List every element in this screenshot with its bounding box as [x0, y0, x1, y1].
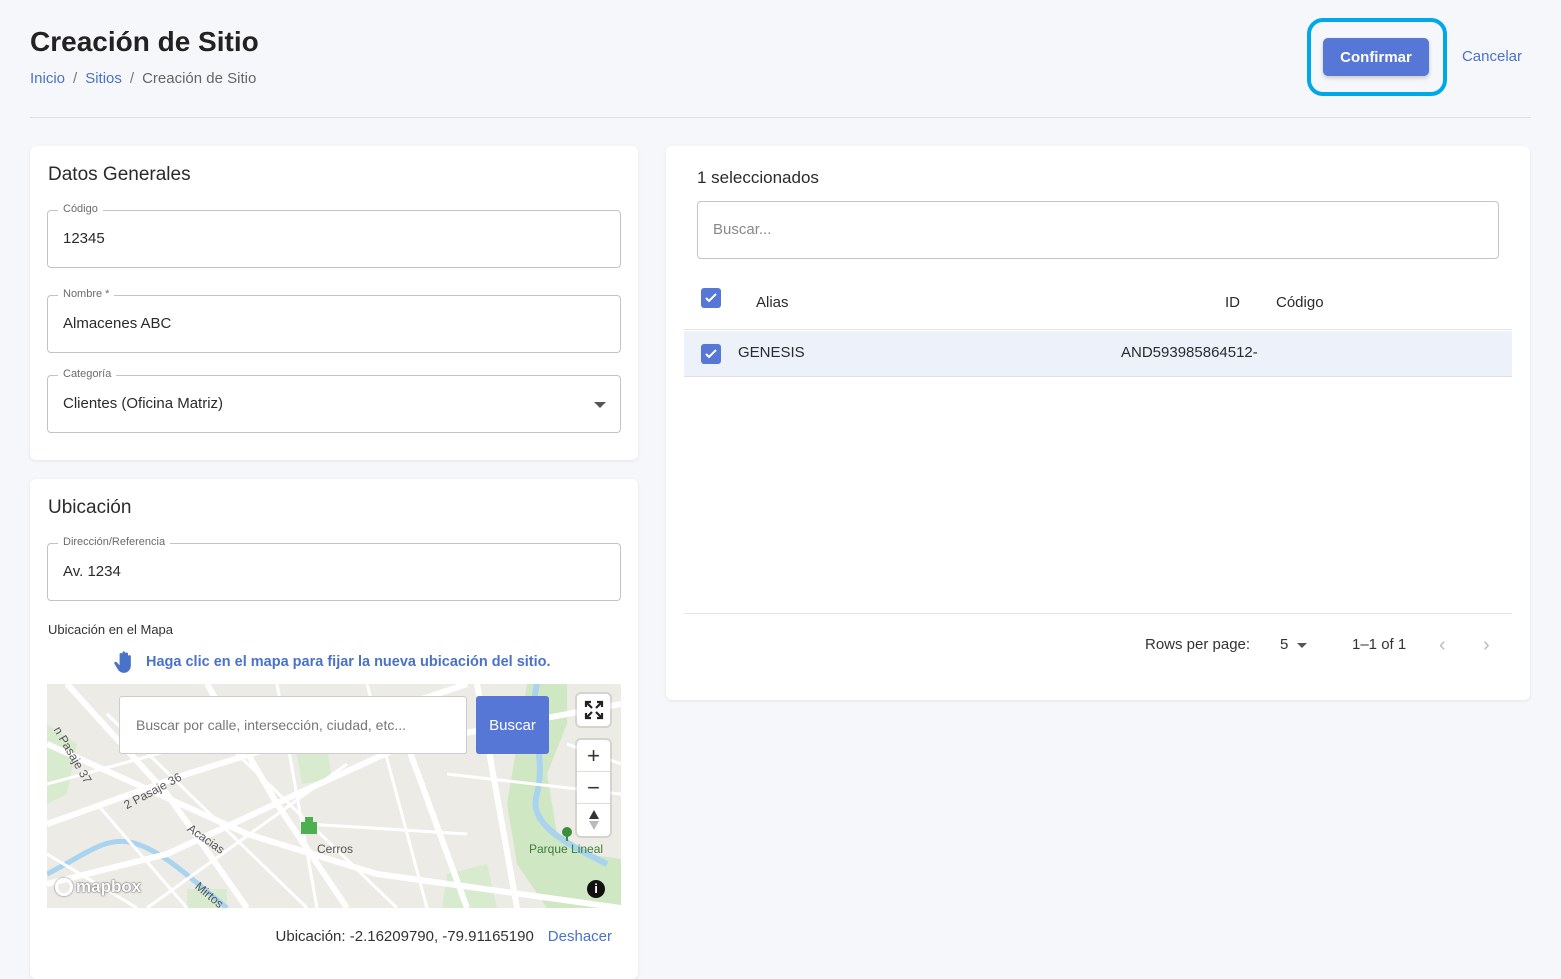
confirm-button[interactable]: Confirmar: [1323, 38, 1429, 76]
breadcrumb-current: Creación de Sitio: [142, 70, 257, 87]
page-header: Creación de Sitio Inicio / Sitios / Creación…: [30, 18, 1531, 118]
direccion-label: Dirección/Referencia: [58, 536, 171, 548]
rows-per-page-label: Rows per page:: [1145, 636, 1251, 653]
pagination-range: 1–1 of 1: [1352, 636, 1407, 653]
chevron-down-icon[interactable]: [1297, 643, 1307, 648]
fullscreen-icon[interactable]: [577, 694, 610, 726]
column-alias[interactable]: Alias: [756, 294, 789, 311]
row-id: AND593985864512-: [1121, 344, 1258, 361]
chevron-down-icon: [594, 402, 606, 408]
table-row[interactable]: GENESIS AND593985864512-: [684, 331, 1512, 377]
row-alias: GENESIS: [738, 344, 805, 361]
column-codigo[interactable]: Código: [1276, 294, 1324, 311]
page-title: Creación de Sitio: [30, 26, 259, 57]
map-place-label: Cerros: [317, 842, 354, 856]
categoria-select[interactable]: Categoría Clientes (Oficina Matriz): [47, 368, 621, 433]
map-label: Ubicación en el Mapa: [48, 622, 174, 637]
zoom-in-icon[interactable]: +: [577, 740, 610, 772]
coords-row: Ubicación: -2.16209790, -79.91165190 Desh…: [30, 928, 612, 945]
select-all-checkbox[interactable]: [701, 288, 721, 308]
location-card: Ubicación Dirección/Referencia Av. 1234 …: [30, 479, 638, 979]
map-park-label: Parque Lineal: [529, 842, 604, 856]
map-hint: Haga clic en el mapa para fijar la nueva…: [112, 649, 551, 675]
selected-count: 1 seleccionados: [697, 168, 819, 187]
row-checkbox[interactable]: [701, 344, 721, 364]
map[interactable]: 2 Pasaje 36 Acacias Cerros Parque Lineal…: [47, 684, 621, 908]
categoria-label: Categoría: [58, 368, 117, 380]
codigo-label: Código: [58, 203, 103, 215]
nombre-label: Nombre *: [58, 288, 115, 300]
direccion-value: Av. 1234: [63, 563, 121, 580]
categoria-value: Clientes (Oficina Matriz): [63, 395, 224, 412]
sites-card: 1 seleccionados Buscar... Alias ID Códig…: [666, 146, 1530, 700]
nombre-field[interactable]: Nombre * Almacenes ABC: [47, 288, 621, 353]
info-icon[interactable]: i: [587, 880, 605, 898]
codigo-field[interactable]: Código 12345: [47, 203, 621, 268]
confirm-highlight: Confirmar: [1307, 18, 1447, 96]
mapbox-logo[interactable]: mapbox: [55, 877, 141, 897]
breadcrumb-sitios[interactable]: Sitios: [85, 70, 122, 87]
general-data-title: Datos Generales: [48, 164, 191, 185]
direccion-field[interactable]: Dirección/Referencia Av. 1234: [47, 536, 621, 601]
zoom-controls: + −: [577, 740, 610, 836]
table-header: Alias ID Código: [684, 278, 1512, 330]
map-search-button[interactable]: Buscar: [476, 696, 549, 754]
check-icon: [705, 349, 717, 359]
hand-icon: [114, 651, 131, 673]
undo-button[interactable]: Deshacer: [548, 928, 612, 945]
map-hint-text: Haga clic en el mapa para fijar la nueva…: [146, 654, 551, 670]
general-data-card: Datos Generales Código 12345 Nombre * Al…: [30, 146, 638, 460]
check-icon: [705, 293, 717, 303]
codigo-value: 12345: [63, 230, 105, 247]
fullscreen-control[interactable]: [577, 694, 610, 726]
prev-page-icon[interactable]: ‹: [1439, 634, 1446, 657]
column-id[interactable]: ID: [1225, 294, 1240, 311]
zoom-out-icon[interactable]: −: [577, 772, 610, 804]
site-search-input[interactable]: Buscar...: [697, 201, 1499, 259]
rows-per-page-select[interactable]: 5: [1280, 636, 1288, 653]
map-search-input[interactable]: Buscar por calle, intersección, ciudad, …: [119, 696, 467, 754]
coords-text: Ubicación: -2.16209790, -79.91165190: [275, 928, 534, 945]
cancel-button[interactable]: Cancelar: [1462, 48, 1522, 65]
table-pagination: Rows per page: 5 1–1 of 1 ‹ ›: [684, 613, 1512, 673]
compass-icon[interactable]: [577, 804, 610, 836]
breadcrumb: Inicio / Sitios / Creación de Sitio: [30, 70, 257, 87]
nombre-value: Almacenes ABC: [63, 315, 172, 332]
mapbox-mark-icon: [55, 878, 73, 896]
next-page-icon[interactable]: ›: [1483, 634, 1490, 657]
breadcrumb-inicio[interactable]: Inicio: [30, 70, 65, 87]
location-title: Ubicación: [48, 497, 132, 518]
